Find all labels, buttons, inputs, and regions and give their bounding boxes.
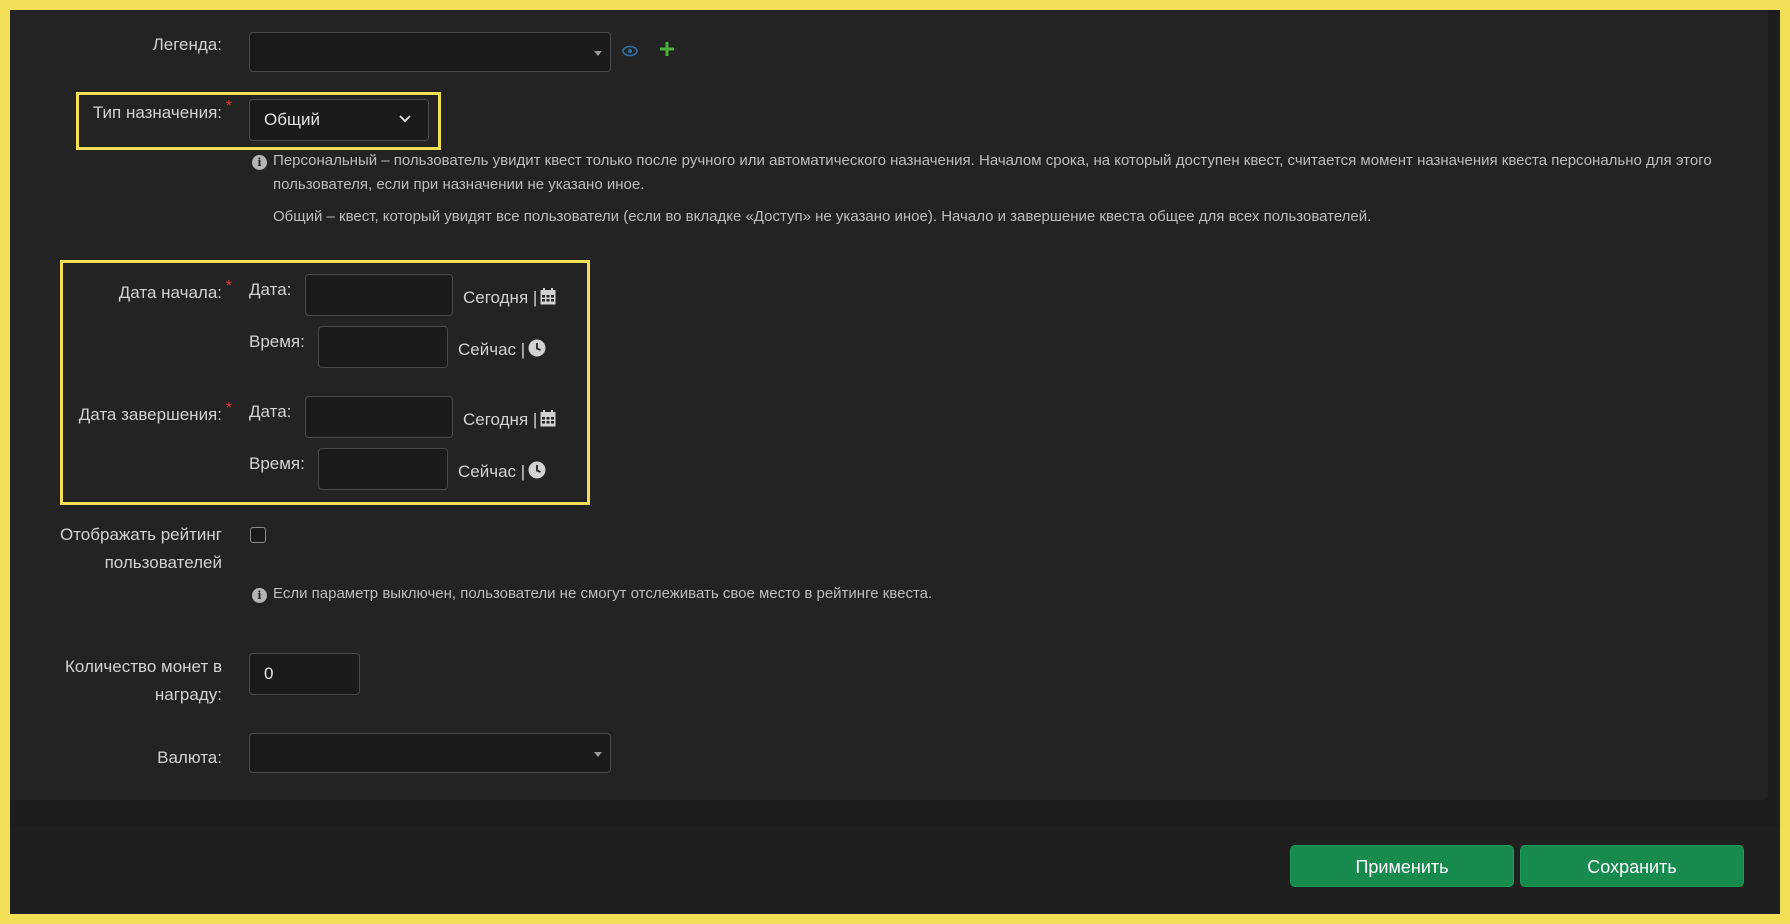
end-time-input[interactable] xyxy=(318,448,448,490)
assignment-hint-common: Общий – квест, который увидят все пользо… xyxy=(273,208,1372,225)
apply-button[interactable]: Применить xyxy=(1290,845,1514,887)
form-panel: Легенда: Тип назначения: * Общий i Персо… xyxy=(10,10,1768,800)
start-label: Дата начала: * xyxy=(119,278,232,307)
start-today-link[interactable]: Сегодня | xyxy=(463,288,537,308)
footer-bar xyxy=(10,826,1780,914)
app-frame: Легенда: Тип назначения: * Общий i Персо… xyxy=(10,10,1780,914)
required-mark: * xyxy=(225,98,232,115)
required-mark: * xyxy=(225,278,232,295)
rating-checkbox[interactable] xyxy=(250,527,266,543)
clock-icon[interactable] xyxy=(528,339,546,357)
end-now-link[interactable]: Сейчас | xyxy=(458,462,525,482)
rating-hint: Если параметр выключен, пользователи не … xyxy=(273,585,933,602)
end-time-label: Время: xyxy=(249,454,305,473)
rating-label-line1: Отображать рейтинг xyxy=(59,525,222,544)
assignment-type-value: Общий xyxy=(264,110,320,129)
coins-label-line2: награду: xyxy=(154,685,222,704)
assignment-type-select[interactable]: Общий xyxy=(249,99,429,141)
clock-icon[interactable] xyxy=(528,461,546,479)
legend-label: Легенда: xyxy=(152,35,222,54)
currency-label: Валюта: xyxy=(157,748,222,767)
end-date-input[interactable] xyxy=(305,396,453,438)
coins-value: 0 xyxy=(264,664,274,683)
coins-label-line1: Количество монет в xyxy=(65,657,222,676)
start-time-label: Время: xyxy=(249,332,305,351)
info-icon: i xyxy=(252,588,267,603)
end-date-label: Дата: xyxy=(249,402,292,421)
calendar-icon[interactable] xyxy=(540,288,556,305)
eye-icon[interactable] xyxy=(622,45,638,57)
start-date-input[interactable] xyxy=(305,274,453,316)
end-label: Дата завершения: * xyxy=(79,400,232,429)
chevron-down-icon xyxy=(594,51,602,56)
start-now-link[interactable]: Сейчас | xyxy=(458,340,525,360)
currency-select[interactable] xyxy=(249,733,611,773)
coins-input[interactable]: 0 xyxy=(249,653,360,695)
required-mark: * xyxy=(225,400,232,417)
calendar-icon[interactable] xyxy=(540,410,556,427)
end-today-link[interactable]: Сегодня | xyxy=(463,410,537,430)
rating-label-line2: пользователей xyxy=(104,553,222,572)
legend-select[interactable] xyxy=(249,32,611,72)
chevron-down-icon xyxy=(399,115,411,123)
save-button[interactable]: Сохранить xyxy=(1520,845,1744,887)
start-time-input[interactable] xyxy=(318,326,448,368)
assignment-type-label: Тип назначения: * xyxy=(93,98,232,127)
start-date-label: Дата: xyxy=(249,280,292,299)
info-icon: i xyxy=(252,155,267,170)
chevron-down-icon xyxy=(594,752,602,757)
assignment-hint-personal: Персональный – пользователь увидит квест… xyxy=(273,152,1712,193)
plus-icon[interactable] xyxy=(660,42,674,56)
